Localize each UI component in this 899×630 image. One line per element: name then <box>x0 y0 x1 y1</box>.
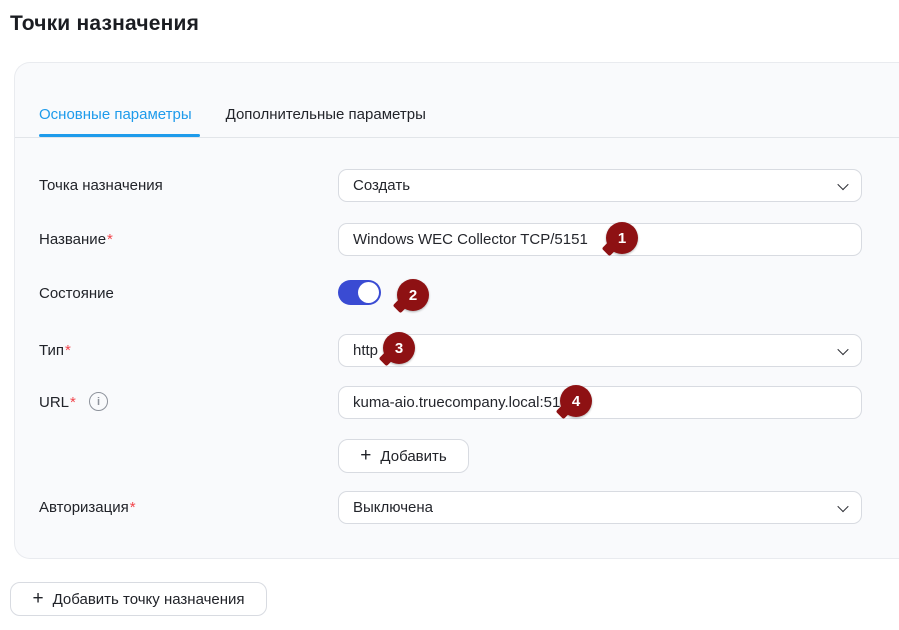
destination-card: Основные параметры Дополнительные параме… <box>14 62 899 559</box>
url-input[interactable] <box>338 386 862 419</box>
authorization-select-value: Выключена <box>353 499 433 516</box>
label-destination-text: Точка назначения <box>39 177 163 194</box>
label-name: Название* <box>39 231 113 248</box>
label-state-text: Состояние <box>39 285 114 302</box>
add-url-button-label: Добавить <box>380 448 446 465</box>
tab-divider <box>15 137 899 138</box>
label-authorization-text: Авторизация <box>39 499 129 516</box>
required-marker: * <box>70 394 76 411</box>
tab-bar: Основные параметры Дополнительные параме… <box>39 94 426 134</box>
label-type-text: Тип <box>39 342 64 359</box>
page: Точки назначения Основные параметры Допо… <box>0 0 899 630</box>
add-destination-button[interactable]: + Добавить точку назначения <box>10 582 267 616</box>
required-marker: * <box>65 342 71 359</box>
type-select-value: http <box>353 342 378 359</box>
authorization-select[interactable]: Выключена <box>338 491 862 524</box>
state-toggle[interactable] <box>338 280 381 305</box>
tab-additional-parameters[interactable]: Дополнительные параметры <box>226 106 426 123</box>
chevron-down-icon <box>837 343 848 354</box>
chevron-down-icon <box>837 500 848 511</box>
destination-select[interactable]: Создать <box>338 169 862 202</box>
page-title: Точки назначения <box>10 12 199 36</box>
annotation-badge-2: 2 <box>397 279 429 311</box>
label-url: URL* <box>39 394 76 411</box>
info-icon[interactable]: i <box>89 392 108 411</box>
chevron-down-icon <box>837 178 848 189</box>
annotation-badge-3: 3 <box>383 332 415 364</box>
annotation-badge-1: 1 <box>606 222 638 254</box>
label-state: Состояние <box>39 285 114 302</box>
type-select[interactable]: http <box>338 334 862 367</box>
label-name-text: Название <box>39 231 106 248</box>
label-authorization: Авторизация* <box>39 499 136 516</box>
required-marker: * <box>130 499 136 516</box>
toggle-knob <box>358 282 379 303</box>
plus-icon: + <box>360 446 371 465</box>
add-url-button[interactable]: + Добавить <box>338 439 469 473</box>
label-destination: Точка назначения <box>39 177 163 194</box>
label-type: Тип* <box>39 342 71 359</box>
annotation-badge-4: 4 <box>560 385 592 417</box>
label-url-text: URL <box>39 394 69 411</box>
active-tab-underline <box>39 134 200 137</box>
add-destination-button-label: Добавить точку назначения <box>53 591 245 608</box>
required-marker: * <box>107 231 113 248</box>
name-input[interactable] <box>338 223 862 256</box>
plus-icon: + <box>32 589 43 608</box>
destination-select-value: Создать <box>353 177 410 194</box>
tab-main-parameters[interactable]: Основные параметры <box>39 106 192 123</box>
